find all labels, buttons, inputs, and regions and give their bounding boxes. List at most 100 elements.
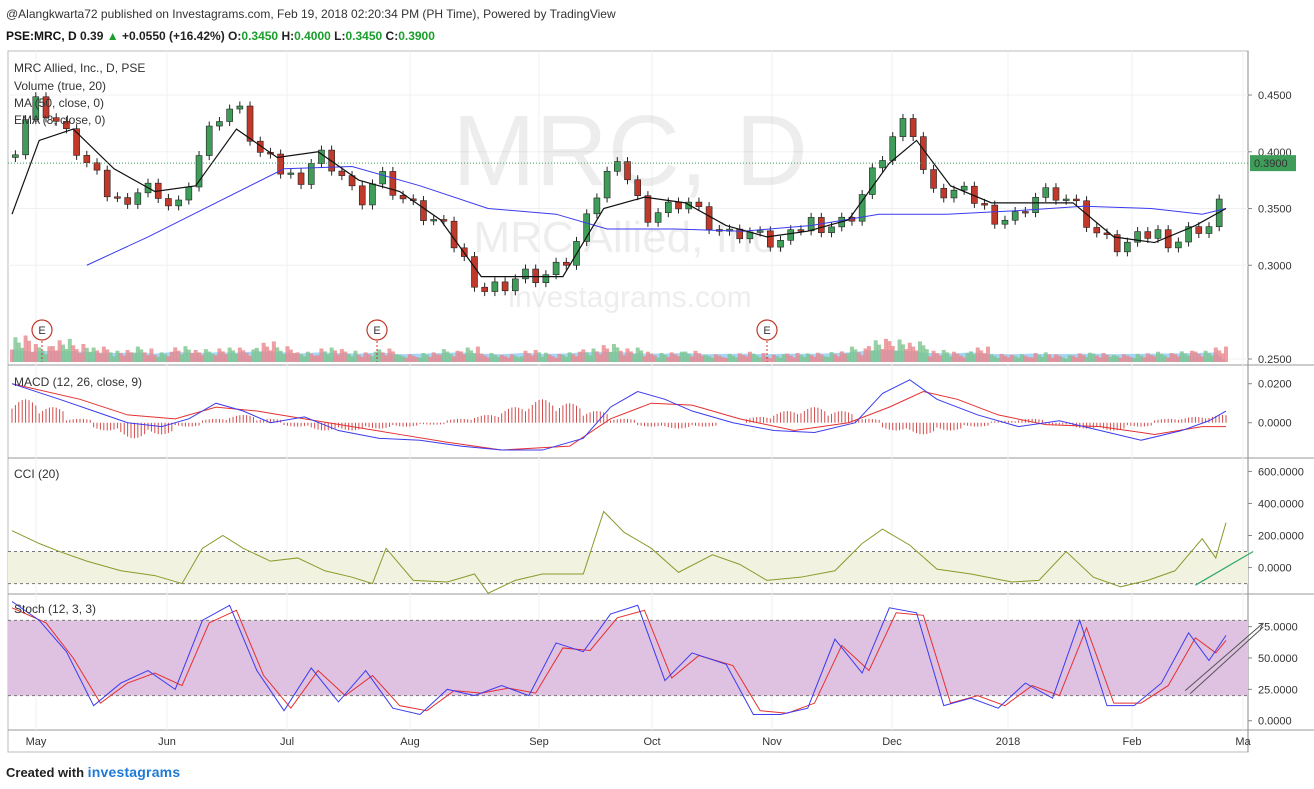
- volume-bar: [1087, 352, 1092, 362]
- volume-bar: [74, 349, 79, 362]
- volume-bar: [615, 347, 620, 362]
- candle-body: [450, 220, 458, 249]
- cci-y-tick-label: 600.0000: [1258, 466, 1304, 478]
- volume-bar: [506, 357, 511, 362]
- cci-y-tick-label: 200.0000: [1258, 531, 1304, 543]
- volume-bar: [1081, 355, 1086, 362]
- stoch-y-tick-label: 75.0000: [1258, 622, 1298, 634]
- volume-bar: [356, 354, 361, 362]
- volume-bar: [866, 346, 871, 362]
- volume-bar: [581, 349, 586, 362]
- volume-bar: [285, 346, 290, 362]
- volume-bar: [159, 352, 164, 362]
- candle-body: [430, 219, 437, 222]
- volume-bar: [1104, 354, 1109, 362]
- x-tick-label: Aug: [400, 736, 420, 748]
- volume-bar: [407, 354, 412, 362]
- volume-bar: [683, 351, 688, 362]
- candle-body: [501, 281, 509, 292]
- volume-bar: [40, 350, 45, 362]
- volume-bar: [132, 353, 137, 362]
- volume-bar: [737, 353, 742, 362]
- volume-bar: [268, 350, 273, 362]
- candle-body: [93, 162, 101, 171]
- candle-body: [287, 172, 295, 175]
- volume-bar: [662, 354, 667, 362]
- volume-bar: [550, 356, 555, 362]
- x-tick-label: Sep: [529, 736, 549, 748]
- volume-bar: [50, 346, 55, 362]
- stoch-y-tick-label: 0.0000: [1258, 716, 1292, 728]
- volume-bar: [588, 355, 593, 362]
- volume-bar: [207, 351, 212, 362]
- volume-bar: [785, 353, 790, 362]
- volume-bar: [710, 357, 715, 362]
- volume-bar: [91, 347, 96, 362]
- candle-body: [1093, 227, 1101, 234]
- chart-canvas[interactable]: May Jun Jul Aug Sep Oct Nov Dec 2018 Feb Ma 0.4500 0…: [0, 0, 1314, 789]
- volume-bar: [982, 353, 987, 362]
- volume-bar: [975, 347, 980, 362]
- volume-bar: [696, 353, 701, 362]
- volume-bar: [339, 349, 344, 362]
- volume-bar: [360, 356, 365, 362]
- volume-bar: [414, 357, 419, 362]
- volume-bar: [598, 354, 603, 362]
- volume-bar: [384, 355, 389, 362]
- volume-bar: [380, 352, 385, 362]
- volume-bar: [571, 354, 576, 362]
- candle-body: [889, 136, 897, 161]
- volume-bar: [200, 354, 205, 362]
- volume-bar: [611, 344, 616, 362]
- volume-bar: [482, 355, 487, 362]
- volume-bar: [1070, 355, 1075, 362]
- volume-bar: [1138, 355, 1143, 362]
- volume-bar: [1196, 353, 1201, 362]
- volume-bar: [278, 350, 283, 362]
- watermark-symbol: MRC, D: [452, 95, 808, 207]
- volume-bar: [186, 349, 191, 362]
- candle-body: [205, 125, 213, 156]
- volume-bar: [622, 355, 627, 362]
- volume-bar: [547, 354, 552, 362]
- volume-bar: [101, 346, 106, 362]
- stoch-pane-title: Stoch (12, 3, 3): [14, 602, 96, 616]
- volume-bar: [312, 355, 317, 362]
- investagrams-logo[interactable]: investagrams: [88, 764, 181, 780]
- volume-bar: [1224, 346, 1228, 362]
- volume-bar: [727, 353, 732, 362]
- volume-bar: [217, 348, 222, 362]
- volume-bar: [1206, 353, 1211, 362]
- volume-bar: [979, 350, 984, 362]
- volume-bar: [543, 352, 548, 362]
- volume-bar: [652, 355, 657, 362]
- volume-bar: [95, 350, 100, 362]
- volume-bar: [1193, 351, 1198, 362]
- volume-bar: [1145, 353, 1150, 362]
- volume-bar: [424, 354, 429, 362]
- volume-bar: [605, 348, 610, 362]
- volume-bar: [1094, 355, 1099, 362]
- volume-bar: [23, 335, 28, 362]
- volume-bar: [295, 352, 300, 362]
- volume-bar: [819, 354, 824, 362]
- volume-bar: [659, 353, 664, 362]
- volume-bar: [13, 337, 18, 362]
- volume-bar: [618, 350, 623, 362]
- volume-bar: [421, 353, 426, 362]
- volume-bar: [649, 353, 654, 362]
- volume-bar: [520, 356, 525, 362]
- candle-body: [165, 198, 172, 207]
- volume-bar: [125, 349, 130, 362]
- volume-bar: [275, 347, 280, 362]
- volume-bar: [1084, 356, 1089, 362]
- volume-bar: [601, 345, 606, 362]
- candle-body: [807, 217, 815, 232]
- volume-bar: [224, 354, 229, 362]
- price-y-tick-label: 0.3000: [1258, 260, 1292, 272]
- candle-body: [1144, 231, 1152, 239]
- candle-body: [787, 229, 795, 241]
- volume-bar: [180, 354, 185, 362]
- cci-y-tick-label: 400.0000: [1258, 498, 1304, 510]
- volume-bar: [1169, 353, 1174, 362]
